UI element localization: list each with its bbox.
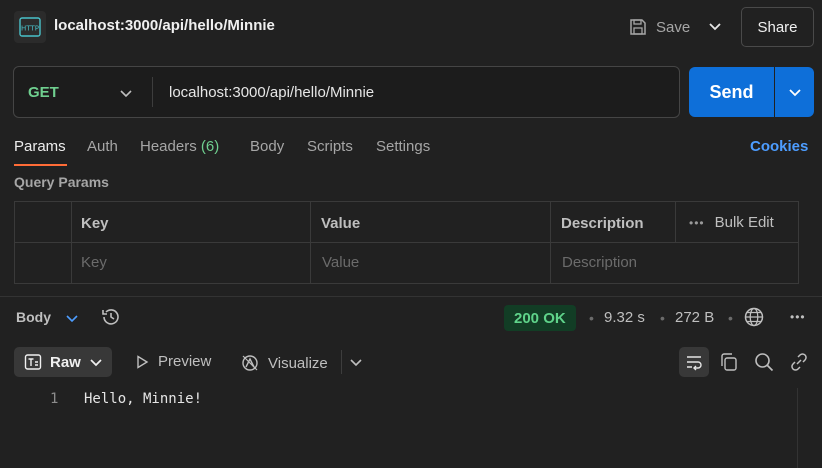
svg-text:HTTP: HTTP bbox=[21, 25, 39, 33]
tab-auth[interactable]: Auth bbox=[87, 138, 118, 155]
visualize-chevron-down-icon[interactable] bbox=[348, 354, 364, 374]
active-tab-indicator bbox=[14, 164, 67, 166]
visualize-label: Visualize bbox=[268, 354, 328, 372]
request-bar: GET localhost:3000/api/hello/Minnie bbox=[13, 66, 680, 118]
toolbar-divider bbox=[341, 350, 342, 374]
table-row-divider bbox=[15, 242, 798, 243]
visualize-icon bbox=[242, 355, 258, 371]
copy-icon[interactable] bbox=[718, 351, 740, 377]
column-header-key: Key bbox=[81, 215, 109, 232]
scrollbar[interactable] bbox=[797, 388, 798, 468]
text-format-icon bbox=[24, 354, 42, 370]
response-time[interactable]: 9.32 s bbox=[604, 309, 645, 326]
method-chevron-down-icon[interactable] bbox=[118, 85, 134, 105]
table-column-divider bbox=[310, 202, 311, 283]
request-title[interactable]: localhost:3000/api/hello/Minnie bbox=[54, 17, 275, 34]
tab-body[interactable]: Body bbox=[250, 138, 284, 155]
cookies-link[interactable]: Cookies bbox=[750, 138, 808, 155]
tab-headers[interactable]: Headers (6) bbox=[140, 138, 219, 155]
method-divider bbox=[152, 77, 153, 107]
headers-count-badge: (6) bbox=[200, 138, 220, 155]
key-input[interactable]: Key bbox=[81, 254, 107, 271]
tab-params[interactable]: Params bbox=[14, 138, 66, 155]
tab-settings[interactable]: Settings bbox=[376, 138, 430, 155]
separator-dot: • bbox=[589, 310, 594, 326]
save-button[interactable]: Save bbox=[628, 12, 690, 42]
column-header-value: Value bbox=[321, 215, 361, 232]
tab-scripts[interactable]: Scripts bbox=[307, 138, 353, 155]
save-label: Save bbox=[656, 18, 691, 36]
http-icon: HTTP bbox=[14, 11, 46, 43]
response-body-label[interactable]: Body bbox=[16, 309, 51, 325]
chevron-down-icon bbox=[788, 89, 801, 97]
line-number: 1 bbox=[50, 391, 59, 407]
status-badge[interactable]: 200 OK bbox=[504, 305, 576, 331]
response-divider[interactable] bbox=[0, 296, 822, 297]
bulk-edit-button[interactable]: ••• Bulk Edit bbox=[689, 214, 774, 231]
column-header-description: Description bbox=[561, 215, 644, 232]
table-column-divider bbox=[675, 202, 676, 242]
chevron-down-icon bbox=[90, 359, 102, 367]
send-options-button[interactable] bbox=[775, 67, 814, 117]
save-options-chevron-down-icon[interactable] bbox=[706, 17, 724, 39]
description-input[interactable]: Description bbox=[562, 254, 637, 271]
separator-dot: • bbox=[728, 310, 733, 326]
play-icon bbox=[137, 354, 149, 369]
wrap-icon bbox=[687, 356, 702, 371]
separator-dot: • bbox=[660, 310, 665, 326]
query-params-table: Key Value Description ••• Bulk Edit Key … bbox=[14, 201, 799, 284]
url-input[interactable]: localhost:3000/api/hello/Minnie bbox=[169, 84, 374, 101]
tab-headers-label: Headers bbox=[140, 138, 197, 155]
wrap-lines-button[interactable] bbox=[679, 347, 709, 377]
preview-button[interactable]: Preview bbox=[134, 353, 211, 370]
raw-format-select[interactable]: Raw bbox=[14, 347, 112, 377]
link-icon[interactable] bbox=[788, 351, 810, 377]
response-body-chevron-down-icon[interactable] bbox=[65, 311, 79, 329]
send-button[interactable]: Send bbox=[689, 67, 774, 117]
table-column-divider bbox=[71, 202, 72, 283]
visualize-button[interactable]: Visualize bbox=[240, 353, 328, 373]
value-input[interactable]: Value bbox=[322, 254, 359, 271]
more-dots-icon: ••• bbox=[689, 215, 705, 230]
bulk-edit-label: Bulk Edit bbox=[714, 214, 774, 231]
preview-label: Preview bbox=[158, 353, 212, 370]
method-select[interactable]: GET bbox=[28, 84, 59, 101]
share-button[interactable]: Share bbox=[741, 7, 814, 47]
response-body-text[interactable]: Hello, Minnie! bbox=[84, 391, 202, 407]
query-params-label: Query Params bbox=[14, 174, 109, 190]
save-icon bbox=[630, 19, 646, 35]
table-column-divider bbox=[550, 202, 551, 283]
search-icon[interactable] bbox=[753, 351, 775, 377]
raw-label: Raw bbox=[50, 353, 81, 371]
globe-icon[interactable] bbox=[743, 306, 765, 332]
more-options-icon[interactable]: ••• bbox=[790, 310, 806, 324]
response-size[interactable]: 272 B bbox=[675, 309, 714, 326]
history-icon[interactable] bbox=[100, 306, 122, 332]
